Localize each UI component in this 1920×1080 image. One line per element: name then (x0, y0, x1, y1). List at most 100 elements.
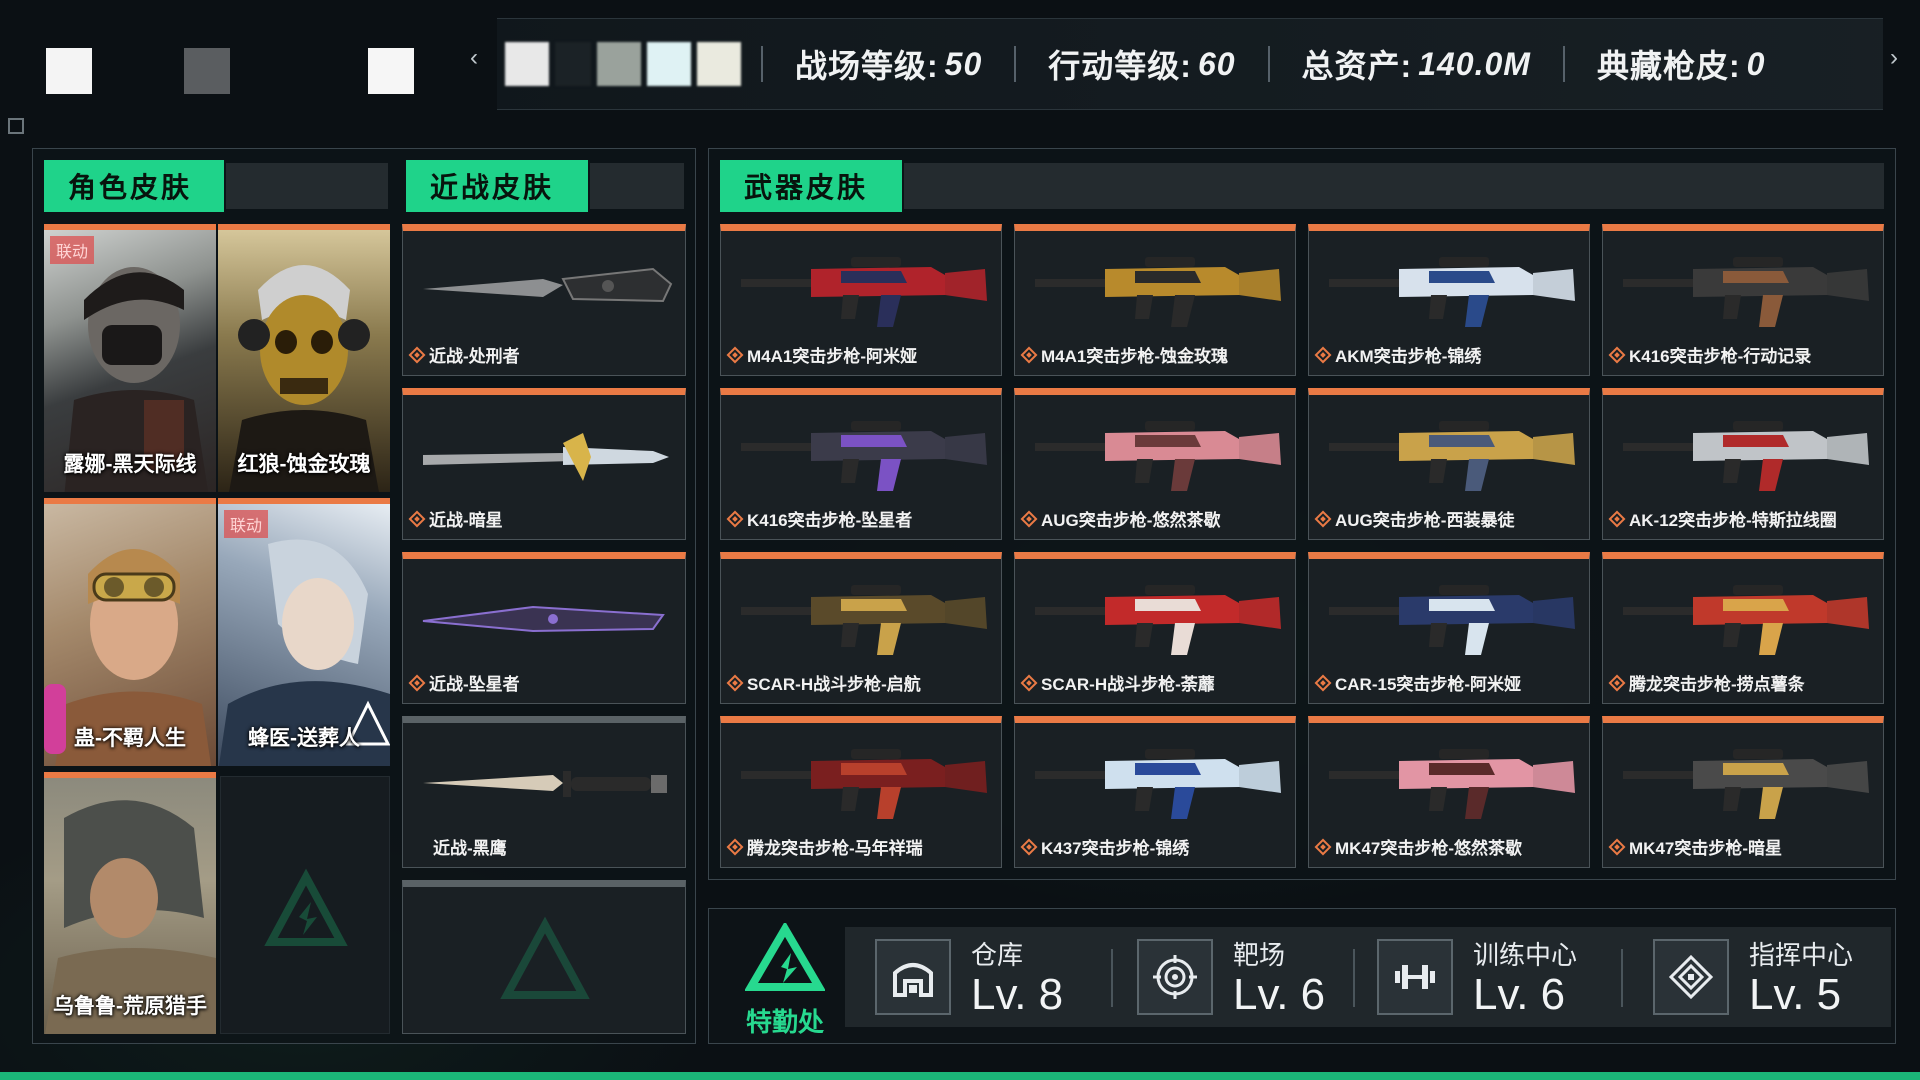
melee-label: 近战-黑鹰 (433, 839, 507, 858)
player-name-blurred (505, 42, 741, 86)
facility-level: Lv. 5 (1749, 969, 1842, 1019)
chevron-right-icon[interactable]: › (1890, 44, 1898, 72)
weapon-label: K416突击步枪-坠星者 (726, 506, 912, 531)
weapon-card[interactable]: 腾龙突击步枪-捞点薯条 (1602, 552, 1884, 704)
bottom-accent-line (0, 1072, 1920, 1080)
rifle-icon (1623, 257, 1869, 327)
header-extension (226, 163, 388, 209)
divider (1353, 949, 1355, 1007)
diamond-icon (408, 346, 426, 363)
weapon-label: MK47突击步枪-暗星 (1608, 834, 1782, 859)
rifle-icon (1623, 585, 1869, 655)
weapon-card[interactable]: M4A1突击步枪-蚀金玫瑰 (1014, 224, 1296, 376)
diamond-icon (1020, 838, 1038, 855)
weapon-card[interactable]: AK-12突击步枪-特斯拉线圈 (1602, 388, 1884, 540)
diamond-icon (1314, 346, 1332, 363)
facility-level: Lv. 6 (1473, 969, 1566, 1019)
rifle-icon (1035, 257, 1281, 327)
stat-value: 140.0M (1418, 45, 1531, 82)
weapon-label: AK-12突击步枪-特斯拉线圈 (1608, 506, 1837, 531)
weapon-label: CAR-15突击步枪-阿米娅 (1314, 670, 1521, 695)
weapon-card[interactable]: CAR-15突击步枪-阿米娅 (1308, 552, 1590, 704)
weapon-card[interactable]: K416突击步枪-坠星者 (720, 388, 1002, 540)
diamond-icon (726, 510, 744, 527)
character-skins-header: 角色皮肤 (44, 160, 224, 212)
stat-battlefield-level: 战场等级: 50 (761, 46, 1014, 84)
character-name: 蛊-不羁人生 (74, 727, 186, 750)
knife-art (423, 267, 673, 303)
facility-command[interactable]: 指挥中心 Lv. 5 (1653, 927, 1853, 1027)
command-icon (1653, 939, 1729, 1015)
melee-card[interactable]: 近战-处刑者 (402, 224, 686, 376)
weapon-label: AUG突击步枪-西装暴徒 (1314, 506, 1514, 531)
header-extension (904, 163, 1884, 209)
facility-title: 靶场 (1233, 939, 1286, 970)
rifle-icon (1329, 585, 1575, 655)
rifle-icon (1035, 749, 1281, 819)
stat-label: 典藏枪皮: (1596, 48, 1741, 84)
melee-label: 近战-处刑者 (408, 342, 520, 367)
logo-watermark-icon (500, 916, 590, 999)
weapon-card[interactable]: AKM突击步枪-锦绣 (1308, 224, 1590, 376)
facility-training[interactable]: 训练中心 Lv. 6 (1377, 927, 1577, 1027)
weapon-card[interactable]: MK47突击步枪-悠然茶歇 (1308, 716, 1590, 868)
character-card-luna[interactable]: 联动 露娜-黑天际线 (44, 224, 216, 492)
weapon-card[interactable]: K416突击步枪-行动记录 (1602, 224, 1884, 376)
weapon-card[interactable]: AUG突击步枪-悠然茶歇 (1014, 388, 1296, 540)
weapon-card[interactable]: SCAR-H战斗步枪-启航 (720, 552, 1002, 704)
facility-title: 仓库 (971, 939, 1024, 970)
knife-art (423, 433, 669, 481)
collab-badge: 联动 (224, 510, 269, 538)
melee-card[interactable]: 近战-坠星者 (402, 552, 686, 704)
character-card-gu[interactable]: 蛊-不羁人生 (44, 498, 216, 766)
weapon-card[interactable]: 腾龙突击步枪-马年祥瑞 (720, 716, 1002, 868)
character-name: 露娜-黑天际线 (63, 453, 197, 476)
weapon-label: M4A1突击步枪-阿米娅 (726, 342, 917, 367)
weapon-card[interactable]: K437突击步枪-锦绣 (1014, 716, 1296, 868)
special-ops-label: 特勤处 (745, 1007, 824, 1037)
weapon-card[interactable]: M4A1突击步枪-阿米娅 (720, 224, 1002, 376)
avatar-pixel (184, 48, 230, 94)
diamond-icon (1314, 674, 1332, 691)
character-card-beemedic[interactable]: 联动 蜂医-送葬人 (218, 498, 390, 766)
weapon-label: 腾龙突击步枪-马年祥瑞 (726, 834, 923, 859)
divider (1111, 949, 1113, 1007)
corner-square-icon (8, 118, 24, 134)
melee-card[interactable]: 近战-黑鹰 (402, 716, 686, 868)
chevron-left-icon[interactable]: ‹ (470, 44, 478, 72)
character-card-redwolf[interactable]: 红狼-蚀金玫瑰 (218, 224, 390, 492)
weapon-card[interactable]: AUG突击步枪-西装暴徒 (1308, 388, 1590, 540)
diamond-icon (726, 838, 744, 855)
weapon-card[interactable]: SCAR-H战斗步枪-荼蘼 (1014, 552, 1296, 704)
diamond-icon (1314, 838, 1332, 855)
header-extension (590, 163, 684, 209)
avatar-pixel (46, 48, 92, 94)
special-ops-icon (744, 921, 826, 991)
diamond-icon (1020, 510, 1038, 527)
weapon-label: AUG突击步枪-悠然茶歇 (1020, 506, 1220, 531)
diamond-icon (1608, 346, 1626, 363)
facility-range[interactable]: 靶场 Lv. 6 (1137, 927, 1325, 1027)
weapon-label: AKM突击步枪-锦绣 (1314, 342, 1481, 367)
stat-total-assets: 总资产: 140.0M (1267, 45, 1563, 84)
facility-warehouse[interactable]: 仓库 Lv. 8 (875, 927, 1063, 1027)
character-name: 乌鲁鲁-荒原猎手 (53, 995, 207, 1018)
special-ops-logo[interactable]: 特勤处 (735, 921, 835, 1037)
rifle-icon (1329, 257, 1575, 327)
diamond-icon (1608, 674, 1626, 691)
diamond-icon (408, 674, 426, 691)
diamond-icon (1608, 838, 1626, 855)
melee-card[interactable]: 近战-暗星 (402, 388, 686, 540)
knife-art (422, 605, 665, 633)
diamond-icon (1314, 510, 1332, 527)
melee-skins-header: 近战皮肤 (406, 160, 588, 212)
weapon-label: K437突击步枪-锦绣 (1020, 834, 1189, 859)
character-name: 红狼-蚀金玫瑰 (237, 453, 371, 476)
diamond-icon (726, 674, 744, 691)
weapon-card[interactable]: MK47突击步枪-暗星 (1602, 716, 1884, 868)
character-card-ululu[interactable]: 乌鲁鲁-荒原猎手 (44, 772, 216, 1034)
facility-title: 训练中心 (1473, 939, 1578, 970)
stat-collection-skins: 典藏枪皮: 0 (1562, 46, 1797, 84)
player-info-area (30, 20, 470, 120)
knife-art (423, 771, 667, 797)
